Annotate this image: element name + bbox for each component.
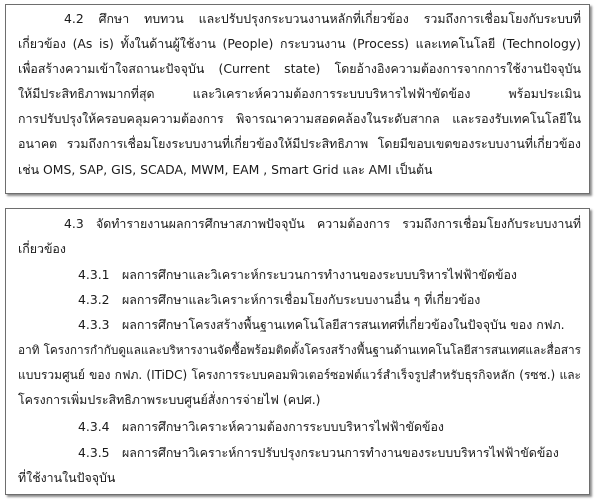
item-4-3-3-text: ผลการศึกษาโครงสร้างพื้นฐานเทคโนโลยีสารสน… (122, 317, 565, 332)
item-4-3-2-number: 4.3.2 (78, 292, 110, 307)
item-4-3-5-text: ผลการศึกษาวิเคราะห์การปรับปรุงกระบวนการท… (122, 445, 559, 460)
item-4-3-4-text: ผลการศึกษาวิเคราะห์ความต้องการระบบบริหาร… (122, 419, 444, 434)
section-4-2-line-4: ให้มีประสิทธิภาพมากที่สุด และวิเคราะห์คว… (18, 86, 581, 101)
item-4-3-3-continuation-1: อาทิ โครงการกำกับดูแลและบริหารงานจัดซื้อ… (18, 343, 581, 357)
section-4-2-line-7: เช่น OMS, SAP, GIS, SCADA, MWM, EAM , Sm… (18, 162, 433, 177)
item-4-3-1-text: ผลการศึกษาและวิเคราะห์กระบวนการทำงานของร… (122, 267, 517, 282)
section-4-2-line-6: อนาคต รวมถึงการเชื่อมโยงระบบงานที่เกี่ยว… (18, 136, 581, 151)
item-4-3-1-number: 4.3.1 (78, 267, 110, 282)
item-4-3-5: 4.3.5 ผลการศึกษาวิเคราะห์การปรับปรุงกระบว… (78, 445, 581, 461)
item-4-3-3-continuation-2: แบบรวมศูนย์ ของ กฟภ. (ITiDC) โครงการระบบ… (18, 368, 581, 382)
item-4-3-3-number: 4.3.3 (78, 317, 110, 332)
section-4-3-heading-line-2: เกี่ยวข้อง (18, 241, 66, 256)
section-4-2-panel: 4.2 ศึกษา ทบทวน และปรับปรุงกระบวนงานหลัก… (5, 4, 590, 194)
section-4-2-line-3: เพื่อสร้างความเข้าใจสถานะปัจจุบัน (Curre… (18, 61, 581, 76)
item-4-3-2: 4.3.2 ผลการศึกษาและวิเคราะห์การเชื่อมโยงก… (78, 292, 581, 308)
item-4-3-3: 4.3.3 ผลการศึกษาโครงสร้างพื้นฐานเทคโนโลยี… (78, 317, 581, 333)
item-4-3-3-continuation-3: โครงการเพิ่มประสิทธิภาพระบบศูนย์สั่งการจ… (18, 392, 321, 407)
section-4-2-line-2: เกี่ยวข้อง (As is) ทั้งในด้านผู้ใช้งาน (… (18, 36, 581, 51)
section-4-2-line-5: การปรับปรุงให้ครอบคลุมความต้องการ พิจารณ… (18, 111, 581, 126)
item-4-3-2-text: ผลการศึกษาและวิเคราะห์การเชื่อมโยงกับระบ… (122, 292, 481, 307)
section-4-3-heading-line-1: 4.3 จัดทำรายงานผลการศึกษาสภาพปัจจุบัน คว… (64, 216, 581, 231)
item-4-3-1: 4.3.1 ผลการศึกษาและวิเคราะห์กระบวนการทำงา… (78, 267, 581, 283)
section-4-2-line-1: 4.2 ศึกษา ทบทวน และปรับปรุงกระบวนงานหลัก… (64, 11, 581, 26)
item-4-3-5-number: 4.3.5 (78, 445, 110, 460)
item-4-3-4: 4.3.4 ผลการศึกษาวิเคราะห์ความต้องการระบบบ… (78, 419, 581, 435)
section-4-3-panel: 4.3 จัดทำรายงานผลการศึกษาสภาพปัจจุบัน คว… (5, 208, 590, 495)
item-4-3-4-number: 4.3.4 (78, 419, 110, 434)
item-4-3-5-continuation: ที่ใช้งานในปัจจุบัน (18, 470, 116, 485)
